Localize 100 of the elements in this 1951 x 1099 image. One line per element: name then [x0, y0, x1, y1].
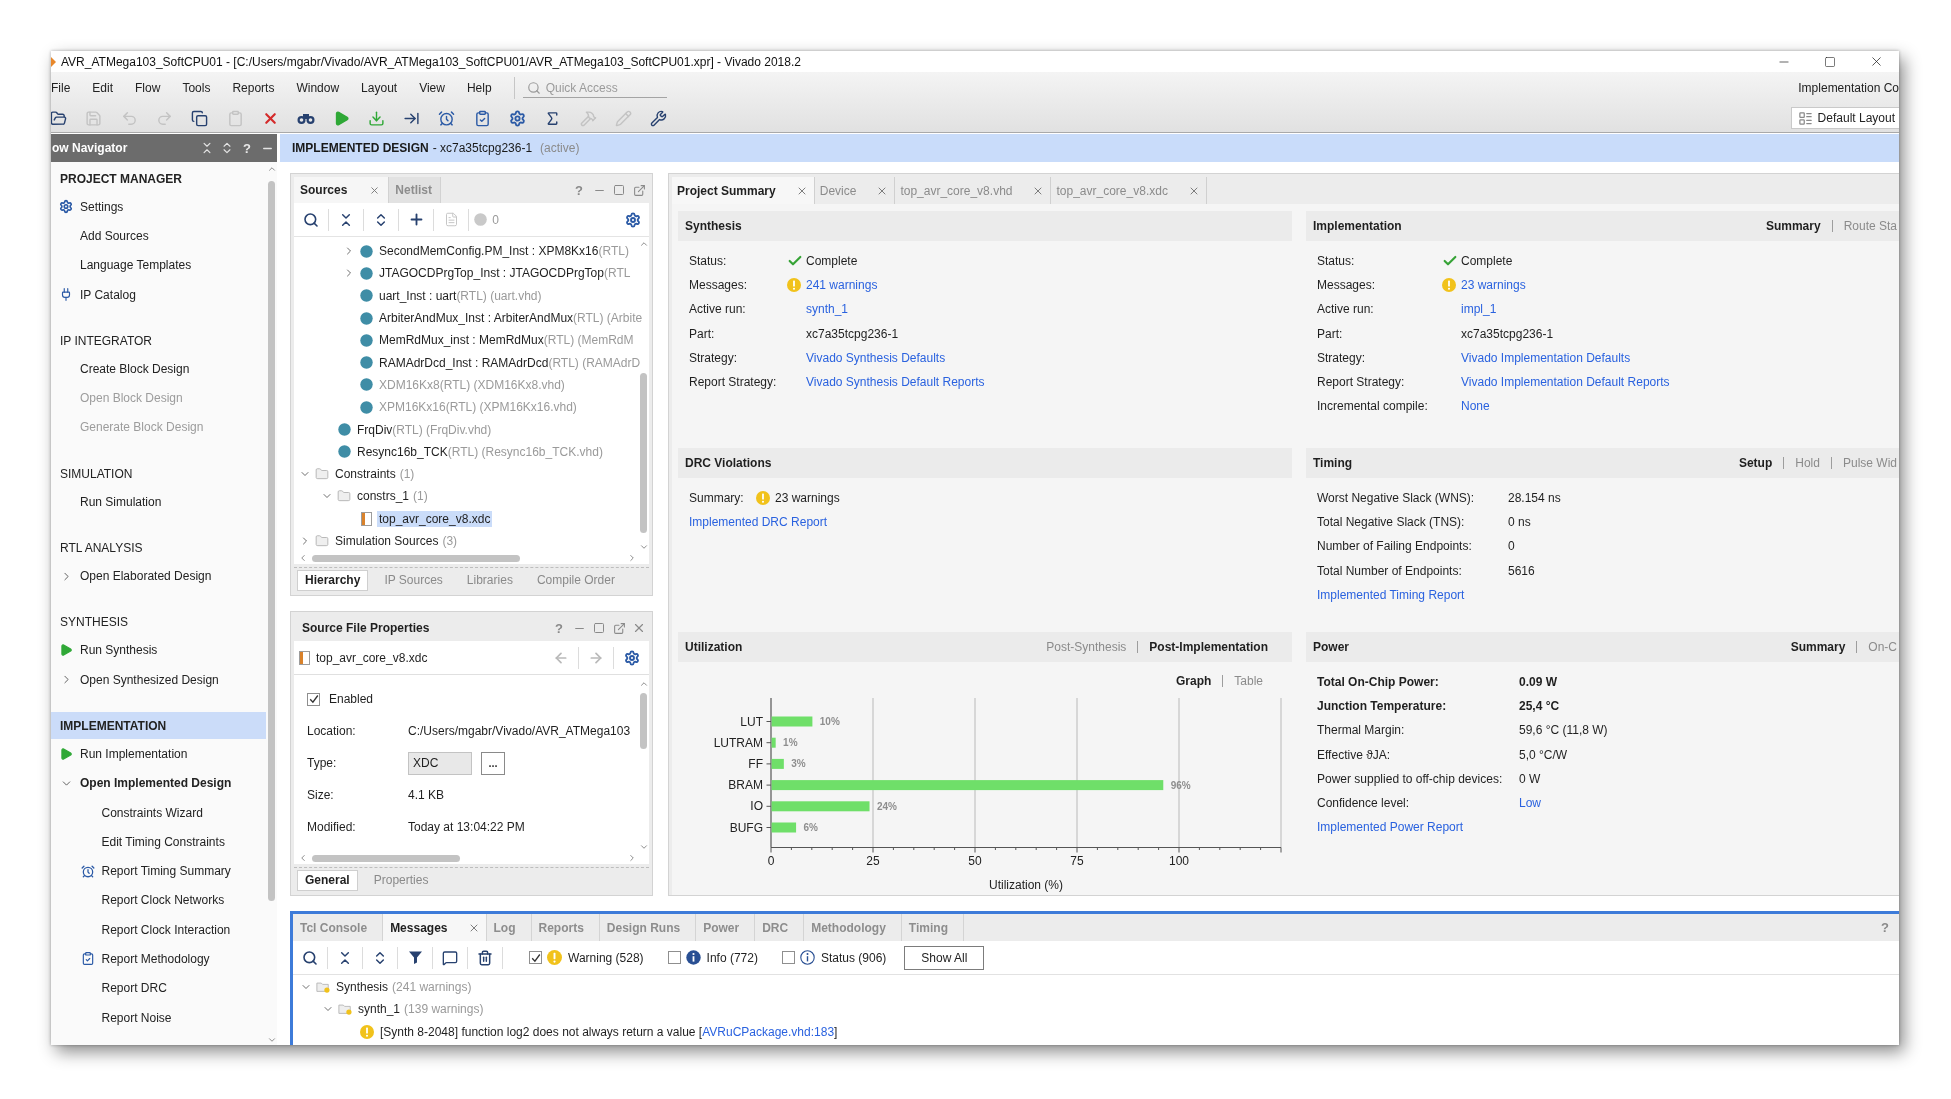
box-arrow-icon[interactable]	[612, 621, 626, 635]
nav-item[interactable]: Report Clock Networks	[51, 885, 266, 916]
scrollbar-thumb[interactable]	[312, 554, 520, 562]
settings-icon[interactable]	[623, 649, 640, 666]
tree-item[interactable]: uart_Inst : uart(RTL) (uart.vhd)	[377, 287, 544, 304]
settings-icon[interactable]	[509, 109, 526, 127]
tree-item[interactable]: constrs_1 (1)	[355, 488, 430, 505]
nav-item[interactable]: Create Block Design	[51, 354, 266, 384]
report-link[interactable]: Implemented Timing Report	[1306, 582, 1465, 607]
scroll-left-icon[interactable]	[298, 553, 308, 563]
clipboard-check-icon[interactable]	[473, 109, 491, 127]
menu-item[interactable]: File	[51, 81, 82, 95]
nav-section-heading[interactable]: SYNTHESIS	[51, 608, 266, 636]
comment-icon[interactable]	[442, 949, 458, 966]
tree-item[interactable]: top_avr_core_v8.xdc	[377, 510, 493, 527]
search-icon[interactable]	[303, 211, 319, 228]
filter-icon[interactable]	[407, 950, 423, 965]
tree-item[interactable]: Synthesis (241 warnings)	[334, 979, 474, 996]
link[interactable]: None	[1461, 399, 1490, 414]
link[interactable]: synth_1	[806, 302, 849, 317]
message-text[interactable]: [Synth 8-2048] function log2 does not always return a value [AVRuCPackage.vhd:183]	[378, 1023, 840, 1040]
nav-section-heading[interactable]: PROJECT MANAGER	[51, 165, 266, 192]
nav-item[interactable]: Report DRC	[51, 973, 266, 1003]
nav-item[interactable]: Run Simulation	[51, 487, 266, 517]
copy-icon[interactable]	[191, 109, 209, 127]
maximize-icon[interactable]	[613, 184, 625, 196]
nav-item[interactable]: Report Timing Summary	[51, 856, 266, 886]
show-all-button[interactable]: Show All	[904, 945, 985, 970]
scroll-right-icon[interactable]	[627, 853, 637, 863]
link[interactable]: Low	[1519, 796, 1541, 811]
layout-button[interactable]: Default Layout	[1790, 107, 1899, 129]
nav-item[interactable]: IP Catalog	[51, 279, 266, 310]
scroll-down-icon[interactable]	[638, 542, 649, 552]
menu-item[interactable]: View	[408, 81, 456, 95]
maximize-icon[interactable]	[1824, 55, 1836, 68]
scrollbar-thumb[interactable]	[640, 373, 647, 533]
wrench-icon[interactable]	[650, 109, 668, 127]
folder-icon[interactable]	[51, 109, 68, 127]
link[interactable]: 241 warnings	[806, 278, 878, 293]
nav-item[interactable]: Report Clock Interaction	[51, 915, 266, 945]
type-field[interactable]: XDC	[408, 751, 472, 775]
link[interactable]: Vivado Synthesis Default Reports	[806, 375, 985, 390]
menu-item[interactable]: Tools	[171, 81, 222, 95]
nav-item[interactable]: Run Synthesis	[51, 635, 266, 665]
tree-item[interactable]: Resync16b_TCK(RTL) (Resync16b_TCK.vhd)	[355, 443, 605, 460]
link[interactable]: 23 warnings	[1461, 278, 1526, 293]
scrollbar-thumb[interactable]	[312, 854, 460, 862]
nav-section-heading[interactable]: RTL ANALYSIS	[51, 534, 266, 562]
tree-item[interactable]: Simulation Sources (3)	[333, 533, 460, 549]
nav-section-heading[interactable]: IP INTEGRATOR	[51, 327, 266, 355]
menu-item[interactable]: Reports	[221, 81, 286, 95]
binoculars-icon[interactable]	[296, 111, 315, 125]
link[interactable]: Vivado Implementation Default Reports	[1461, 375, 1670, 390]
nav-item[interactable]: Open Synthesized Design	[51, 664, 266, 695]
download-icon[interactable]	[367, 109, 385, 127]
view-link[interactable]: Summary	[1765, 219, 1821, 233]
settings-icon[interactable]	[625, 211, 641, 228]
help-button[interactable]: ?	[243, 140, 251, 156]
checkbox[interactable]	[667, 951, 681, 964]
view-link[interactable]: Setup	[1738, 456, 1773, 470]
nav-item[interactable]: Run Implementation	[51, 739, 266, 769]
view-link[interactable]: Graph	[1175, 674, 1212, 688]
checkbox[interactable]	[781, 951, 795, 964]
tab[interactable]: Project Summary	[672, 177, 815, 204]
report-link[interactable]: Implemented DRC Report	[678, 510, 828, 535]
tree-item[interactable]: FrqDiv(RTL) (FrqDiv.vhd)	[355, 421, 494, 438]
tree-item[interactable]: MemRdMux_inst : MemRdMux(RTL) (MemRdM	[377, 332, 636, 349]
scroll-up-icon[interactable]	[266, 164, 277, 174]
scrollbar-thumb[interactable]	[640, 693, 647, 749]
nav-item[interactable]: Settings	[51, 192, 266, 222]
menu-item[interactable]: Layout	[350, 81, 409, 95]
checkbox[interactable]	[529, 951, 542, 964]
tab[interactable]: Messages	[383, 914, 487, 941]
search-icon[interactable]	[302, 949, 318, 966]
tree-item[interactable]: Constraints (1)	[333, 466, 417, 483]
tree-item[interactable]: RAMAdrDcd_Inst : RAMAdrDcd(RTL) (RAMAdrD	[377, 354, 643, 371]
alarm-clock-icon[interactable]	[438, 109, 456, 127]
nav-item[interactable]: Edit Timing Constraints	[51, 827, 266, 857]
tab[interactable]: Sources	[294, 177, 390, 203]
menu-item[interactable]: Window	[285, 81, 351, 95]
nav-item[interactable]: Language Templates	[51, 250, 266, 280]
tree-item[interactable]: synth_1 (139 warnings)	[356, 1001, 486, 1018]
tab[interactable]: Hierarchy	[297, 569, 369, 591]
view-link[interactable]: Post-Implementation	[1149, 640, 1268, 654]
scroll-down-icon[interactable]	[266, 1035, 277, 1045]
link[interactable]: impl_1	[1461, 302, 1497, 317]
tree-item[interactable]: ArbiterAndMux_Inst : ArbiterAndMux(RTL) (Arbite	[377, 310, 645, 327]
tab[interactable]: General	[297, 869, 358, 891]
close-icon[interactable]	[632, 621, 646, 635]
document-icon[interactable]	[443, 212, 459, 227]
scroll-right-icon[interactable]	[627, 553, 637, 563]
nav-item[interactable]: Report Methodology	[51, 944, 266, 974]
menu-item[interactable]: Help	[455, 81, 503, 95]
nav-item[interactable]: Report Noise	[51, 1002, 266, 1033]
report-link[interactable]: Implemented Power Report	[1306, 815, 1464, 840]
nav-item[interactable]: Constraints Wizard	[51, 797, 266, 828]
close-icon[interactable]	[369, 184, 381, 196]
menu-item[interactable]: Flow	[124, 81, 172, 95]
nav-item[interactable]: Open Implemented Design	[51, 768, 266, 798]
nav-item[interactable]: Open Elaborated Design	[51, 561, 266, 591]
